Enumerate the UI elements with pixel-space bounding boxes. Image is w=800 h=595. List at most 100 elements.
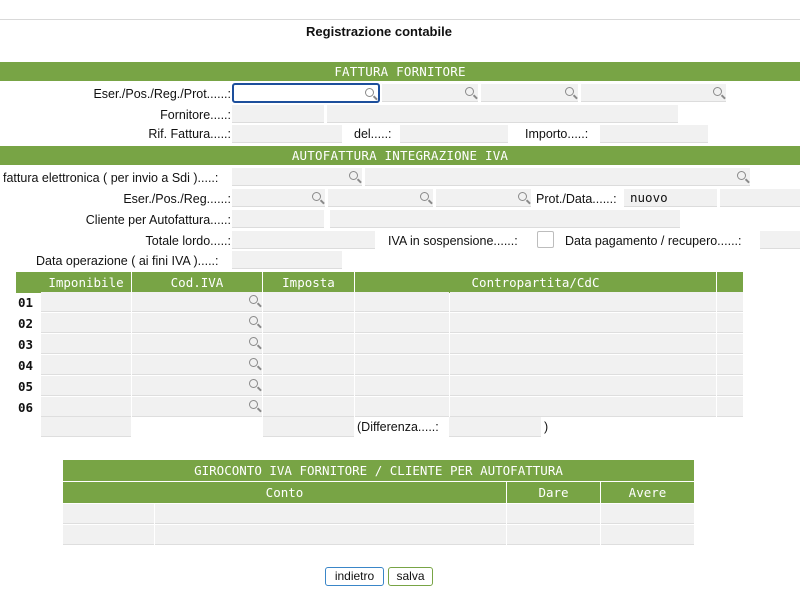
search-icon[interactable] (349, 171, 358, 180)
contropartita-code-cell[interactable] (355, 376, 449, 396)
autofattura-reg-field[interactable] (436, 189, 531, 207)
contropartita-code-cell[interactable] (355, 397, 449, 417)
contropartita-desc-cell[interactable] (450, 355, 716, 375)
imponibile-cell[interactable] (41, 397, 131, 417)
cdc-cell[interactable] (717, 292, 743, 312)
giroconto-conto-code (63, 504, 154, 524)
data-operazione-field[interactable] (232, 251, 342, 269)
contropartita-desc-cell[interactable] (450, 376, 716, 396)
col-avere-header: Avere (601, 482, 694, 503)
cdc-cell[interactable] (717, 376, 743, 396)
cdc-cell[interactable] (717, 334, 743, 354)
search-icon[interactable] (420, 192, 429, 201)
search-icon[interactable] (249, 400, 258, 409)
contropartita-code-cell[interactable] (355, 292, 449, 312)
fattura-elettronica-desc-field[interactable] (365, 168, 750, 186)
giroconto-dare (507, 504, 600, 524)
prot-value-field: nuovo (624, 189, 717, 207)
contropartita-code-cell[interactable] (355, 313, 449, 333)
eser-field[interactable] (232, 83, 380, 103)
cdc-cell[interactable] (717, 397, 743, 417)
imponibile-cell[interactable] (41, 376, 131, 396)
giroconto-conto-code (63, 525, 154, 545)
importo-label: Importo.....: (525, 127, 589, 141)
search-icon[interactable] (365, 88, 374, 97)
search-icon[interactable] (249, 379, 258, 388)
giroconto-avere (601, 525, 694, 545)
cod-iva-cell[interactable] (132, 313, 262, 333)
giroconto-conto-desc (155, 525, 506, 545)
contropartita-code-cell[interactable] (355, 355, 449, 375)
imposta-cell[interactable] (263, 313, 354, 333)
cod-iva-cell[interactable] (132, 292, 262, 312)
contropartita-desc-cell[interactable] (450, 397, 716, 417)
giroconto-conto-desc (155, 504, 506, 524)
rif-fattura-field[interactable] (232, 125, 342, 143)
imponibile-cell[interactable] (41, 313, 131, 333)
autofattura-eser-label: Eser./Pos./Reg......: (123, 192, 231, 206)
search-icon[interactable] (465, 87, 474, 96)
totale-lordo-field[interactable] (232, 231, 375, 249)
imposta-cell[interactable] (263, 397, 354, 417)
search-icon[interactable] (713, 87, 722, 96)
search-icon[interactable] (249, 316, 258, 325)
cod-iva-cell[interactable] (132, 355, 262, 375)
row-number: 03 (18, 337, 34, 352)
search-icon[interactable] (249, 295, 258, 304)
differenza-close: ) (544, 420, 549, 434)
row-number: 05 (18, 379, 34, 394)
imposta-cell[interactable] (263, 334, 354, 354)
search-icon[interactable] (737, 171, 746, 180)
del-date-field[interactable] (400, 125, 508, 143)
indietro-button[interactable]: indietro (325, 567, 384, 586)
imponibile-cell[interactable] (41, 334, 131, 354)
totale-lordo-label: Totale lordo.....: (145, 234, 231, 248)
contropartita-desc-cell[interactable] (450, 334, 716, 354)
fornitore-label: Fornitore.....: (160, 108, 231, 122)
total-imposta-field (263, 417, 354, 437)
rif-fattura-label: Rif. Fattura.....: (148, 127, 231, 141)
search-icon[interactable] (565, 87, 574, 96)
cod-iva-cell[interactable] (132, 334, 262, 354)
col-contropartita-header: Contropartita/CdC (355, 272, 716, 293)
autofattura-eser-field[interactable] (232, 189, 325, 207)
col-imposta-header: Imposta (263, 272, 354, 293)
row-number: 02 (18, 316, 34, 331)
contropartita-desc-cell[interactable] (450, 313, 716, 333)
search-icon[interactable] (312, 192, 321, 201)
differenza-field (449, 417, 541, 437)
contropartita-code-cell[interactable] (355, 334, 449, 354)
cliente-autofattura-label: Cliente per Autofattura.....: (85, 213, 231, 227)
table-header-end (717, 272, 743, 293)
iva-sospensione-checkbox[interactable] (537, 231, 554, 248)
differenza-label: (Differenza.....: (357, 420, 439, 434)
cdc-cell[interactable] (717, 313, 743, 333)
search-icon[interactable] (249, 337, 258, 346)
giroconto-avere (601, 504, 694, 524)
fattura-elettronica-code-field[interactable] (232, 168, 362, 186)
imposta-cell[interactable] (263, 292, 354, 312)
importo-field[interactable] (600, 125, 708, 143)
data-pagamento-field[interactable] (760, 231, 800, 249)
reg-field[interactable] (481, 84, 578, 102)
search-icon[interactable] (249, 358, 258, 367)
imposta-cell[interactable] (263, 376, 354, 396)
iva-sospensione-label: IVA in sospensione......: (388, 234, 518, 248)
contropartita-desc-cell[interactable] (450, 292, 716, 312)
prot-field[interactable] (581, 84, 726, 102)
imposta-cell[interactable] (263, 355, 354, 375)
cliente-code-field[interactable] (232, 210, 324, 228)
fornitore-code-field[interactable] (232, 105, 324, 123)
pos-field[interactable] (382, 84, 478, 102)
cdc-cell[interactable] (717, 355, 743, 375)
imponibile-cell[interactable] (41, 355, 131, 375)
imponibile-cell[interactable] (41, 292, 131, 312)
cod-iva-cell[interactable] (132, 376, 262, 396)
search-icon[interactable] (518, 192, 527, 201)
cod-iva-cell[interactable] (132, 397, 262, 417)
eser-pos-reg-prot-label: Eser./Pos./Reg./Prot......: (93, 87, 231, 101)
autofattura-pos-field[interactable] (328, 189, 433, 207)
del-label: del.....: (354, 127, 392, 141)
prot-date-field[interactable] (720, 189, 800, 207)
salva-button[interactable]: salva (388, 567, 433, 586)
